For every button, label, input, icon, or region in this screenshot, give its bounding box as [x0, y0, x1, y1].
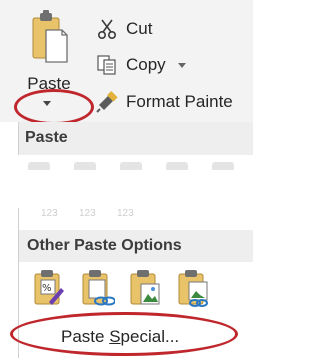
highlight-ring-paste-dropdown: [14, 89, 94, 125]
paste-menu: Paste: [18, 122, 253, 155]
linked-picture-icon[interactable]: [177, 268, 211, 308]
paste-option-icon[interactable]: [28, 162, 50, 170]
paste-link-icon[interactable]: [81, 268, 115, 308]
cut-label: Cut: [126, 19, 153, 38]
highlight-ring-paste-special: [10, 312, 238, 356]
paste-option-icon[interactable]: [74, 162, 96, 170]
cut-button[interactable]: Cut: [96, 15, 152, 43]
faded-value: 123: [79, 208, 96, 219]
svg-text:%: %: [42, 283, 52, 294]
paste-picture-icon[interactable]: [129, 268, 163, 308]
paste-button[interactable]: Paste: [22, 10, 76, 93]
scissors-icon: [97, 19, 117, 40]
paste-section-header: Paste: [19, 122, 253, 155]
copy-label: Copy: [126, 55, 166, 74]
formatting-paste-icon[interactable]: %: [33, 268, 67, 308]
format-painter-button[interactable]: Format Painte: [96, 88, 233, 116]
format-painter-icon: [96, 91, 118, 113]
paste-option-icon[interactable]: [166, 162, 188, 170]
copy-button[interactable]: Copy: [96, 51, 186, 79]
copy-icon: [97, 55, 116, 75]
copy-dropdown-chevron-icon[interactable]: [177, 62, 186, 68]
clipboard-icon: [32, 10, 68, 63]
other-paste-options-header: Other Paste Options: [19, 230, 253, 262]
faded-value: 123: [117, 208, 134, 219]
faded-value: 123: [41, 208, 58, 219]
paste-option-icon[interactable]: [120, 162, 142, 170]
paste-option-icon[interactable]: [212, 162, 234, 170]
paste-options-row-partial: [22, 162, 252, 172]
format-painter-label: Format Painte: [126, 92, 233, 111]
